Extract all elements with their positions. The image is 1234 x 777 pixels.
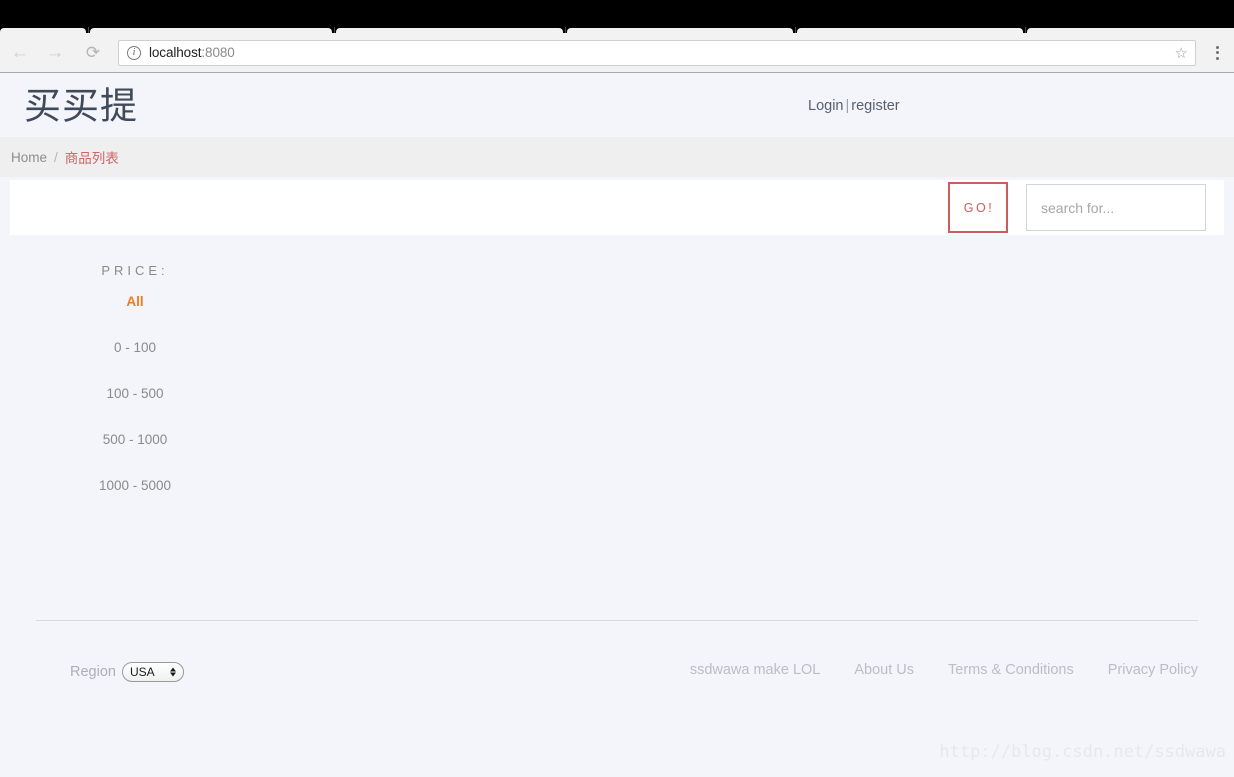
breadcrumb-current: 商品列表 [64,151,119,166]
search-go-button[interactable]: GO! [948,182,1008,233]
footer-link-terms[interactable]: Terms & Conditions [948,662,1074,678]
page-content: 买买提 Login|register Home / 商品列表 GO! PRICE… [0,74,1234,777]
browser-tab-strip[interactable] [0,0,1234,33]
footer-divider [36,620,1198,621]
price-filter-list: All 0 - 100 100 - 500 500 - 1000 1000 - … [0,278,260,508]
reload-icon[interactable]: ⟳ [78,38,108,68]
search-input[interactable] [1026,184,1206,231]
back-arrow-icon[interactable]: ← [5,38,35,68]
site-header: 买买提 Login | register [0,74,1234,137]
price-filter-item-1000-5000[interactable]: 1000 - 5000 [10,462,260,508]
breadcrumb-separator: / [54,149,58,165]
region-selector: Region USA [70,662,184,682]
breadcrumb-home-link[interactable]: Home [11,150,47,165]
forward-arrow-icon[interactable]: → [40,38,70,68]
three-dot-menu-icon[interactable] [1204,38,1230,68]
footer-links: ssdwawa make LOL About Us Terms & Condit… [690,662,1198,678]
region-select-wrapper[interactable]: USA [121,662,184,682]
info-circle-icon[interactable]: i [127,45,141,60]
footer-link-ssdwawa[interactable]: ssdwawa make LOL [690,662,821,678]
region-select[interactable]: USA [121,662,184,682]
address-bar[interactable]: i localhost:8080 ☆ [118,39,1196,66]
site-logo[interactable]: 买买提 [24,87,138,124]
login-link[interactable]: Login [808,98,843,114]
watermark: http://blog.csdn.net/ssdwawa [939,742,1226,762]
price-filter-item-100-500[interactable]: 100 - 500 [10,370,260,416]
address-bar-url: localhost:8080 [149,45,235,60]
price-filter-panel: PRICE: All 0 - 100 100 - 500 500 - 1000 … [0,251,260,508]
footer-link-privacy[interactable]: Privacy Policy [1108,662,1198,678]
address-bar-host: localhost [149,45,202,60]
star-icon[interactable]: ☆ [1175,44,1188,62]
site-footer: Region USA ssdwawa make LOL About Us Ter… [0,654,1234,714]
auth-links: Login | register [808,98,900,114]
register-link[interactable]: register [851,98,899,114]
breadcrumb: Home / 商品列表 [0,137,1234,177]
price-filter-item-all[interactable]: All [10,278,260,324]
price-filter-item-500-1000[interactable]: 500 - 1000 [10,416,260,462]
address-bar-port: :8080 [201,45,235,60]
footer-link-about-us[interactable]: About Us [854,662,914,678]
price-filter-title: PRICE: [101,263,169,278]
region-label: Region [70,664,116,680]
browser-toolbar: ← → ⟳ i localhost:8080 ☆ [0,33,1234,73]
auth-separator: | [845,97,850,114]
price-filter-item-0-100[interactable]: 0 - 100 [10,324,260,370]
search-bar: GO! [10,180,1224,235]
